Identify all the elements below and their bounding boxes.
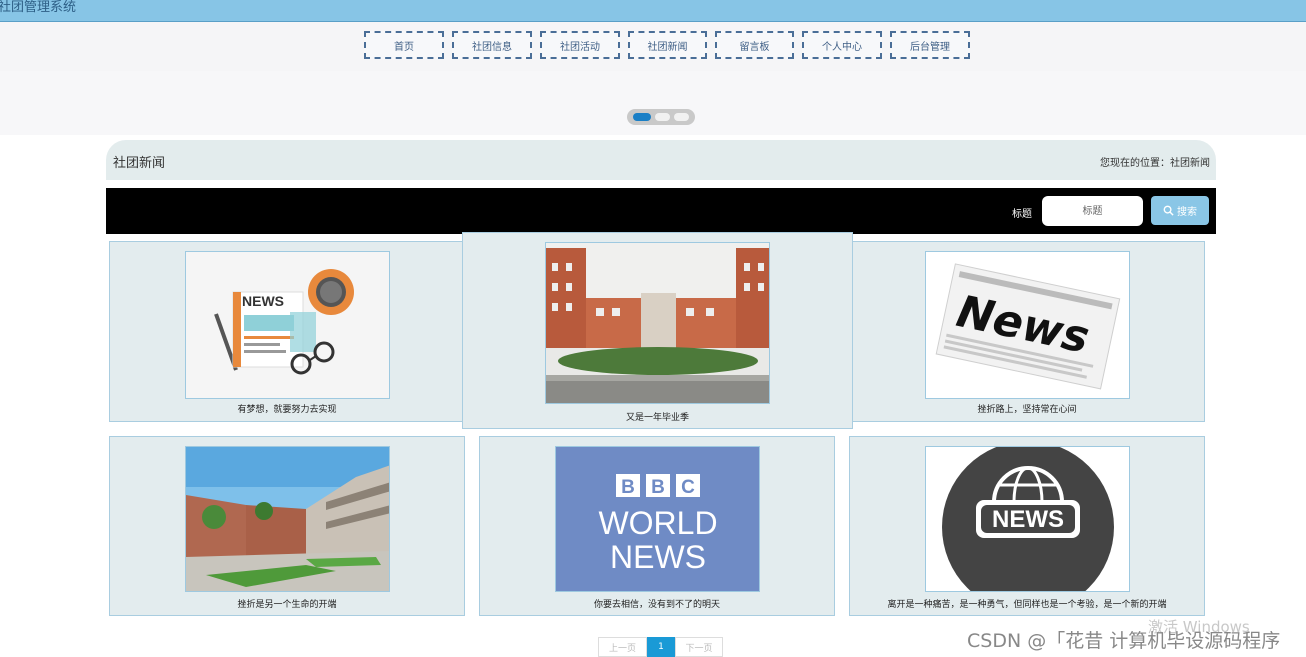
news-card-hovered[interactable]: 又是一年毕业季	[462, 232, 853, 429]
pagination: 上一页 1 下一页	[598, 637, 723, 657]
news-caption: 又是一年毕业季	[625, 413, 689, 423]
news-caption: 离开是一种痛苦，是一种勇气，但同样也是一个考验，是一个新的开端	[887, 600, 1167, 610]
bbc-world-news-logo: B B C WORLD NEWS	[555, 446, 760, 592]
news-card[interactable]: B B C WORLD NEWS 你要去相信，没有到不了的明天	[479, 436, 835, 616]
news-caption: 挫折路上，坚持常在心间	[977, 405, 1077, 415]
carousel-indicators	[627, 109, 695, 125]
app-title: 社团管理系统	[0, 0, 77, 15]
news-caption: 你要去相信，没有到不了的明天	[593, 600, 720, 610]
news-globe-icon: NEWS	[925, 446, 1130, 592]
news-caption: 挫折是另一个生命的开端	[237, 600, 337, 610]
nav-admin[interactable]: 后台管理	[890, 31, 970, 59]
newspaper-photo: News	[925, 251, 1130, 399]
carousel-dot-1[interactable]	[633, 113, 651, 121]
breadcrumb-current[interactable]: 社团新闻	[1170, 158, 1210, 169]
nav-home[interactable]: 首页	[364, 31, 444, 59]
svg-text:C: C	[681, 477, 695, 498]
news-globe-text: NEWS	[992, 506, 1064, 533]
news-card[interactable]: NEWS 有梦想，就要努力去实现	[109, 241, 465, 422]
news-card[interactable]: NEWS 离开是一种痛苦，是一种勇气，但同样也是一个考验，是一个新的开端	[849, 436, 1205, 616]
main-nav: 首页 社团信息 社团活动 社团新闻 留言板 个人中心 后台管理	[364, 31, 970, 59]
section-title: 社团新闻	[113, 156, 166, 171]
search-bar: 标题 搜索	[106, 188, 1216, 234]
svg-text:B: B	[621, 477, 635, 498]
next-page-button[interactable]: 下一页	[675, 637, 723, 657]
bbc-line-news: NEWS	[610, 539, 706, 575]
news-illustration: NEWS	[185, 251, 390, 399]
nav-bar: 首页 社团信息 社团活动 社团新闻 留言板 个人中心 后台管理	[0, 22, 1306, 71]
nav-message-board[interactable]: 留言板	[715, 31, 794, 59]
search-button-label: 搜索	[1177, 207, 1197, 218]
search-button[interactable]: 搜索	[1151, 196, 1209, 225]
breadcrumb-label: 您现在的位置：	[1100, 158, 1170, 169]
news-caption: 有梦想，就要努力去实现	[237, 405, 337, 415]
search-label: 标题	[1012, 209, 1032, 220]
bbc-line-world: WORLD	[598, 505, 717, 541]
carousel-banner	[0, 71, 1306, 135]
nav-club-info[interactable]: 社团信息	[452, 31, 532, 59]
page-1-button[interactable]: 1	[647, 637, 675, 657]
section-header: 社团新闻 您现在的位置：社团新闻	[106, 140, 1216, 180]
csdn-watermark: CSDN @「花昔 计算机毕设源码程序	[967, 630, 1281, 652]
svg-text:B: B	[651, 477, 665, 498]
carousel-dot-3[interactable]	[674, 113, 689, 121]
top-header-bar: 社团管理系统	[0, 0, 1306, 22]
nav-personal-center[interactable]: 个人中心	[802, 31, 882, 59]
news-card[interactable]: 挫折是另一个生命的开端	[109, 436, 465, 616]
breadcrumb: 您现在的位置：社团新闻	[1100, 154, 1210, 169]
campus-photo	[545, 242, 770, 404]
nav-club-activities[interactable]: 社团活动	[540, 31, 620, 59]
prev-page-button[interactable]: 上一页	[598, 637, 647, 657]
search-input[interactable]	[1042, 196, 1143, 226]
search-icon	[1163, 205, 1174, 216]
campus-building-photo	[185, 446, 390, 592]
news-word: NEWS	[242, 293, 284, 309]
carousel-dot-2[interactable]	[655, 113, 670, 121]
nav-club-news[interactable]: 社团新闻	[628, 31, 707, 59]
news-card[interactable]: News 挫折路上，坚持常在心间	[849, 241, 1205, 422]
